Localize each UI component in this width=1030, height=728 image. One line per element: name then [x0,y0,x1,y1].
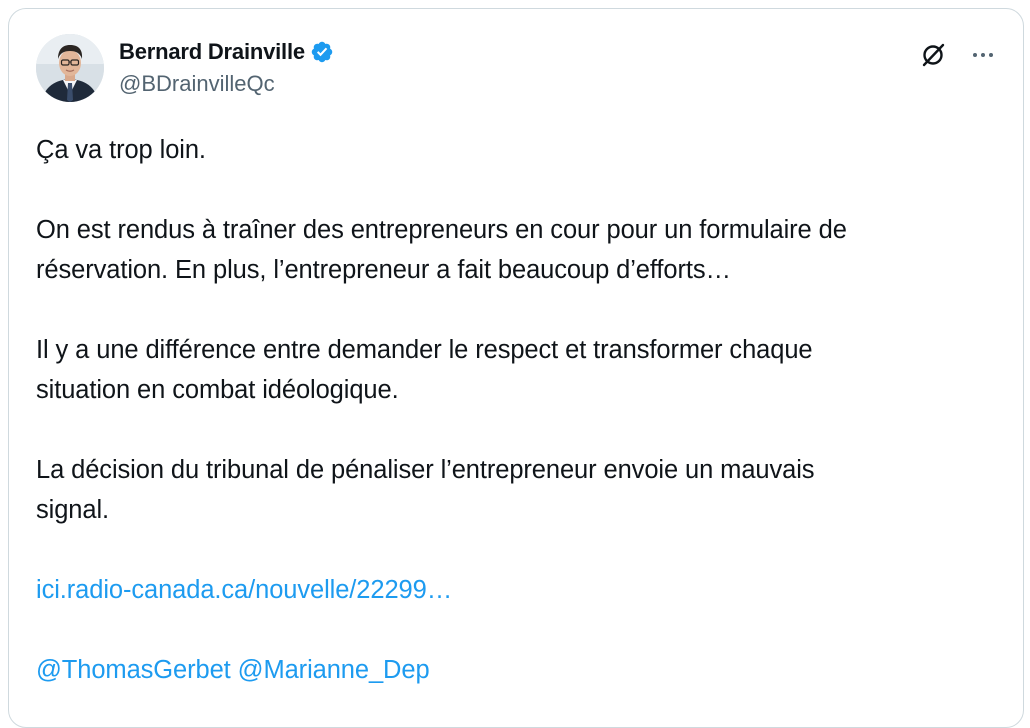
mentions-line: @ThomasGerbet @Marianne_Dep [36,650,1001,690]
tweet-paragraph-2-line-2: réservation. En plus, l’entrepreneur a f… [36,256,731,284]
verified-badge-icon[interactable] [310,40,334,64]
tweet-paragraph-3-line-1: Il y a une différence entre demander le … [36,336,813,364]
tweet-paragraph-3-line-2: situation en combat idéologique. [36,376,399,404]
mention-thomas-gerbet[interactable]: @ThomasGerbet [36,656,231,684]
grok-icon[interactable] [917,39,949,71]
author-name-row[interactable]: Bernard Drainville [119,38,334,66]
more-options-icon[interactable] [967,39,999,71]
tweet-text: Ça va trop loin. On est rendus à traîner… [36,130,1001,690]
article-link[interactable]: ici.radio-canada.ca/nouvelle/22299… [36,576,452,604]
author-avatar[interactable] [36,34,104,102]
tweet-paragraph-1: Ça va trop loin. [36,136,206,164]
author-handle[interactable]: @BDrainvilleQc [119,71,275,97]
tweet-card[interactable]: Bernard Drainville @BDrainvilleQc Ça va … [8,8,1024,728]
tweet-paragraph-4-line-1: La décision du tribunal de pénaliser l’e… [36,456,815,484]
tweet-paragraph-4-line-2: signal. [36,496,110,524]
mention-marianne-dep[interactable]: @Marianne_Dep [238,656,430,684]
tweet-paragraph-2-line-1: On est rendus à traîner des entrepreneur… [36,216,847,244]
author-display-name[interactable]: Bernard Drainville [119,39,305,65]
